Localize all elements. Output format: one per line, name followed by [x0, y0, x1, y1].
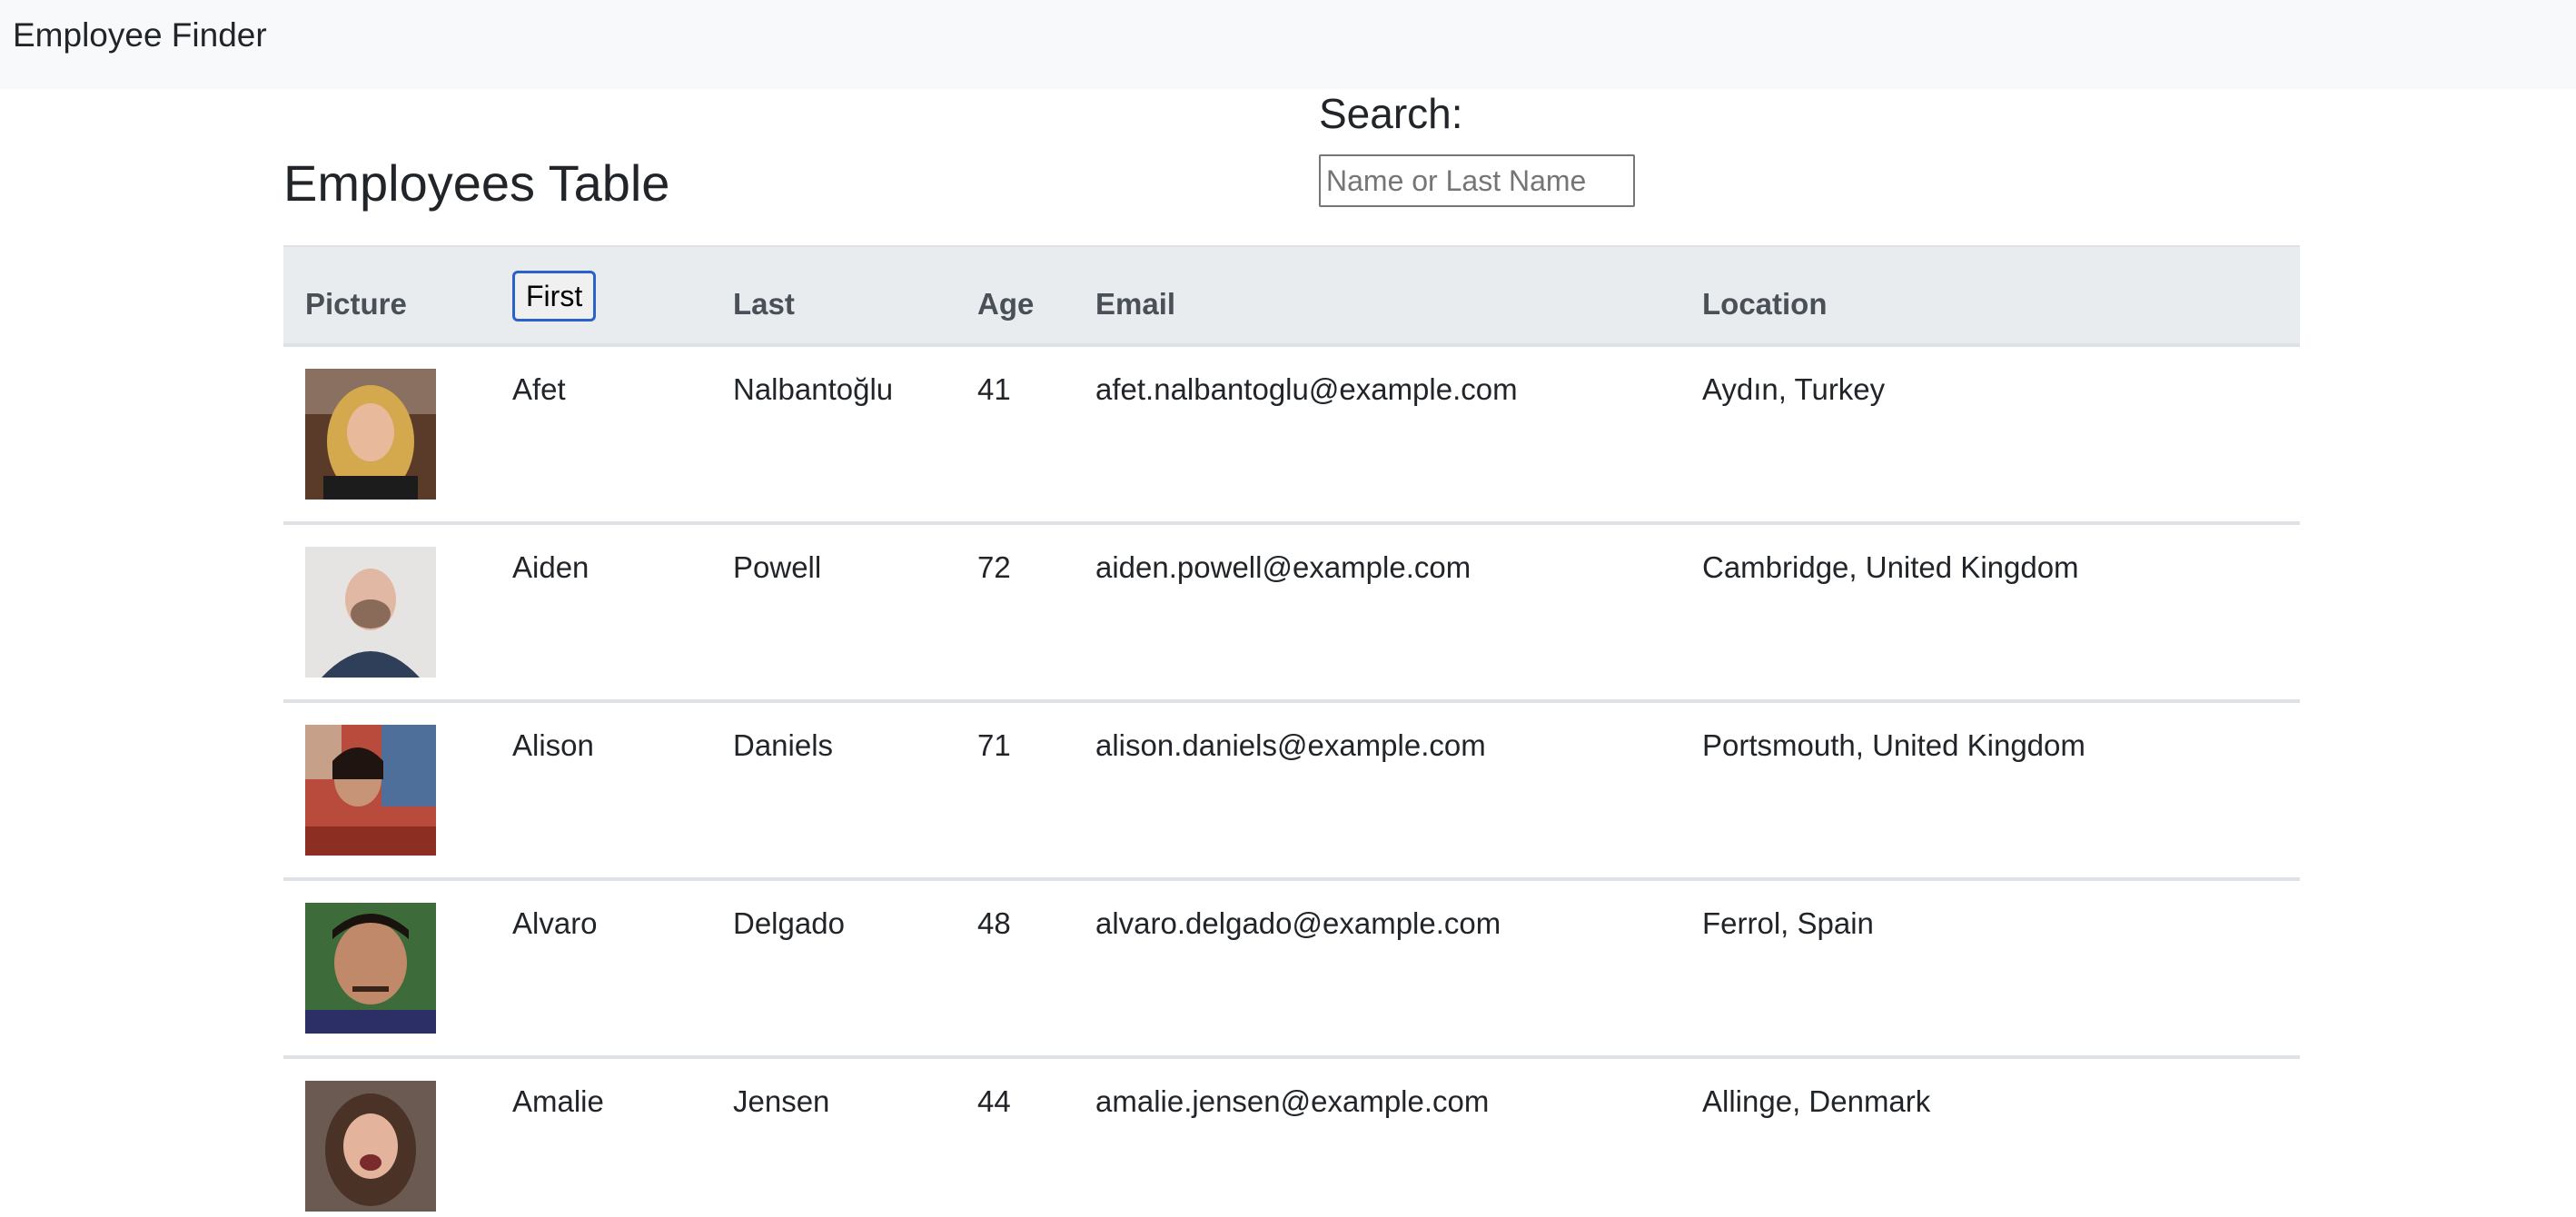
cell-first: Alison: [512, 728, 594, 762]
employee-photo: [305, 725, 436, 856]
cell-email: aiden.powell@example.com: [1095, 550, 1471, 584]
column-header-age: Age: [977, 287, 1035, 321]
cell-location: Ferrol, Spain: [1702, 906, 1874, 940]
table-row: Alison Daniels 71 alison.daniels@example…: [283, 703, 2300, 881]
cell-first: Afet: [512, 372, 566, 406]
cell-email: alison.daniels@example.com: [1095, 728, 1486, 762]
cell-email: amalie.jensen@example.com: [1095, 1084, 1490, 1118]
cell-location: Portsmouth, United Kingdom: [1702, 728, 2086, 762]
column-header-picture: Picture: [305, 287, 407, 321]
column-header-location: Location: [1702, 287, 1828, 321]
search-label: Search:: [1319, 90, 1463, 137]
table-row: Afet Nalbantoğlu 41 afet.nalbantoglu@exa…: [283, 347, 2300, 525]
cell-location: Allinge, Denmark: [1702, 1084, 1931, 1118]
cell-age: 71: [977, 728, 1011, 762]
cell-last: Nalbantoğlu: [733, 372, 894, 406]
employee-photo: [305, 903, 436, 1034]
cell-age: 48: [977, 906, 1011, 940]
cell-email: alvaro.delgado@example.com: [1095, 906, 1501, 940]
sort-first-button[interactable]: First: [512, 271, 597, 322]
table-row: Amalie Jensen 44 amalie.jensen@example.c…: [283, 1059, 2300, 1217]
employees-table: Picture First Last Age Email Location Af…: [283, 245, 2300, 1217]
cell-age: 72: [977, 550, 1011, 584]
cell-first: Amalie: [512, 1084, 604, 1118]
cell-age: 41: [977, 372, 1011, 406]
cell-first: Alvaro: [512, 906, 598, 940]
cell-last: Jensen: [733, 1084, 830, 1118]
table-header: Picture First Last Age Email Location: [283, 245, 2300, 347]
cell-first: Aiden: [512, 550, 590, 584]
employee-photo: [305, 1081, 436, 1212]
navbar: Employee Finder: [0, 0, 2576, 89]
table-row: Aiden Powell 72 aiden.powell@example.com…: [283, 525, 2300, 703]
cell-location: Aydın, Turkey: [1702, 372, 1886, 406]
search-input[interactable]: [1319, 154, 1635, 207]
brand-link[interactable]: Employee Finder: [13, 16, 267, 54]
cell-last: Delgado: [733, 906, 845, 940]
employee-photo: [305, 547, 436, 678]
employee-photo: [305, 369, 436, 500]
cell-age: 44: [977, 1084, 1011, 1118]
cell-email: afet.nalbantoglu@example.com: [1095, 372, 1518, 406]
cell-last: Powell: [733, 550, 822, 584]
cell-location: Cambridge, United Kingdom: [1702, 550, 2079, 584]
page-title: Employees Table: [283, 154, 670, 212]
table-row: Alvaro Delgado 48 alvaro.delgado@example…: [283, 881, 2300, 1059]
cell-last: Daniels: [733, 728, 834, 762]
column-header-email: Email: [1095, 287, 1176, 321]
column-header-last: Last: [733, 287, 795, 321]
